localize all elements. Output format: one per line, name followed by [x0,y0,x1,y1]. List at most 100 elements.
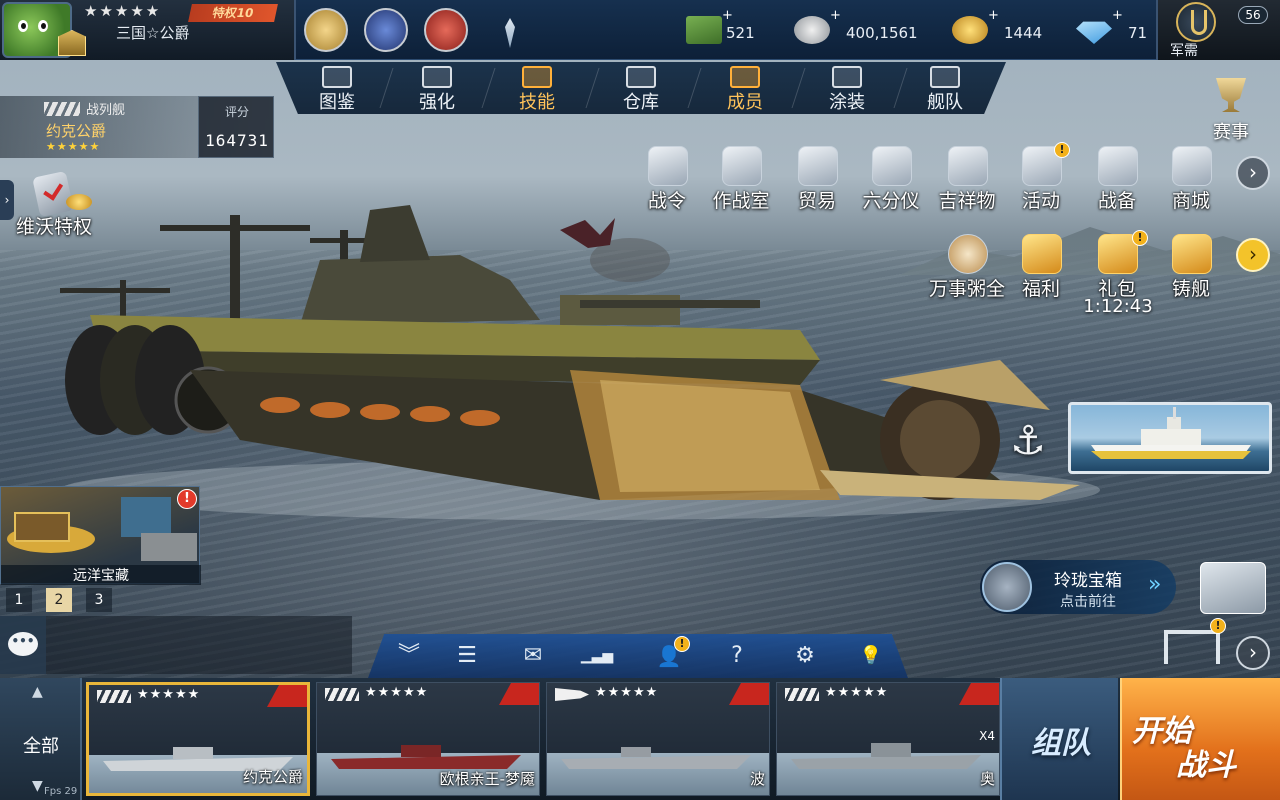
feature-mascot[interactable]: 吉祥物 [932,146,1002,218]
treasure-scene-image [7,497,197,561]
scroll-down-icon[interactable]: ▼ [32,778,43,794]
ship-card-ao[interactable]: ★★★★★ X4 奥 [776,682,1000,796]
filter-all-button[interactable]: ▲ 全部 ▼ Fps 29 [0,678,82,800]
feature-shipbuilding[interactable]: 铸舰 [1156,234,1226,306]
gold-plus[interactable]: + [988,8,999,23]
ship-card-duke-of-york[interactable]: ★★★★★ 约克公爵 [86,682,310,796]
skill-icon [522,66,552,88]
ship-card-bo[interactable]: ★★★★★ 波 [546,682,770,796]
fleet-flag-icon [930,66,960,88]
scroll-up-icon[interactable]: ▲ [32,684,43,700]
tips-lightbulb-icon[interactable]: 💡 [854,640,888,672]
tournament-button[interactable]: 赛事 [1196,74,1266,144]
anchor-icon[interactable]: ⚓ [1010,418,1046,464]
ship-preview-thumbnail[interactable] [1068,402,1272,474]
ship-card-name: 奥 [979,770,995,788]
feature-sextant[interactable]: 六分仪 [856,146,926,218]
feature-label: 商城 [1171,190,1210,212]
nav-label: 仓库 [623,92,659,113]
diamond-plus[interactable]: + [1112,8,1123,23]
chat-panel[interactable]: ••• [0,616,352,674]
nav-label: 舰队 [927,92,963,113]
feature-gift-pack[interactable]: ! 礼包 1:12:43 [1082,230,1153,317]
vivo-privilege-button[interactable]: › 维沃特权 [0,170,120,240]
feature-shop[interactable]: 商城 [1156,146,1226,218]
ship-card-name: 波 [749,770,765,788]
nav-item-enhance[interactable]: 强化 [392,62,482,114]
start-battle-button[interactable]: 开始 战斗 [1120,678,1280,800]
cash-icon [686,16,722,44]
feature-war-prep[interactable]: 战备 [1082,146,1152,218]
vip-badge[interactable]: 特权10 [188,4,278,22]
dockyard-button[interactable]: ! [1160,618,1226,668]
ship-dock: ▲ 全部 ▼ Fps 29 ★★★★★ 约克公爵 ★★★★★ 欧根亲王-梦魇 ★… [0,678,1280,800]
nav-item-paint[interactable]: 涂装 [802,62,892,114]
feature-events[interactable]: ! 活动 [1006,142,1076,218]
avatar-eye-left [18,20,28,32]
side-expand-arrow[interactable]: › [0,180,14,220]
silver-plus[interactable]: + [830,8,841,23]
blue-wing-medal-icon[interactable] [364,8,408,52]
ship-score: 评分 164731 [198,96,274,158]
world-map-button[interactable] [1200,562,1266,614]
vivo-privilege-label: 维沃特权 [16,216,93,238]
exquisite-chest-title: 玲珑宝箱 [1054,571,1122,591]
nav-label: 技能 [519,92,555,113]
feature-trade[interactable]: 贸易 [782,146,852,218]
tasks-clipboard-icon[interactable]: ☰ [450,640,484,672]
nav-item-fleet[interactable]: 舰队 [900,62,990,114]
battle-pass-icon [648,146,688,186]
bottom-toolbar: ︾ ☰ ✉ ▁▃▅ 👤 ! ? ⚙ 💡 [368,634,908,678]
mail-icon[interactable]: ✉ [516,640,550,672]
ship-card-hull-image [331,745,521,769]
features-row1-next-arrow[interactable]: › [1236,156,1270,190]
trophy-icon [1216,78,1246,112]
collapse-icon[interactable]: ︾ [392,640,426,672]
feature-battle-pass[interactable]: 战令 [632,146,702,218]
ship-card-prinz-eugen-nightmare[interactable]: ★★★★★ 欧根亲王-梦魇 [316,682,540,796]
dock-next-arrow[interactable]: › [1236,636,1270,670]
battleship-class-icon [44,102,80,116]
ocean-treasure-banner[interactable]: ! 远洋宝藏 [0,486,201,585]
diamond-icon [1076,21,1112,44]
feature-war-room[interactable]: 作战室 [706,146,776,218]
fps-counter: Fps 29 [44,786,78,797]
player-profile[interactable]: ★★★★★ 特权10 三国☆公爵 [0,0,296,60]
page-1[interactable]: 1 [6,588,32,612]
cash-plus[interactable]: + [722,8,733,23]
war-room-map-icon [722,146,762,186]
nav-label: 强化 [419,92,455,113]
ship-card-stars: ★★★★★ [137,687,201,702]
nav-item-warehouse[interactable]: 仓库 [596,62,686,114]
nav-item-skill[interactable]: 技能 [492,62,582,114]
main-nav: 图鉴 强化 技能 仓库 成员 涂装 舰队 [276,62,1006,114]
nav-item-codex[interactable]: 图鉴 [292,62,382,114]
features-row2-next-arrow[interactable]: › [1236,238,1270,272]
chat-button[interactable]: ••• [0,616,46,674]
ranking-icon[interactable]: ▁▃▅ [580,640,614,672]
avatar-eye-right [38,20,48,32]
ship-card-stars: ★★★★★ [365,685,429,700]
red-wing-medal-icon[interactable] [424,8,468,52]
page-2[interactable]: 2 [46,588,72,612]
nav-label: 图鉴 [319,92,355,113]
exquisite-chest-button[interactable]: 玲珑宝箱 点击前往 » [980,560,1176,614]
gold-rank-medal-icon[interactable] [304,8,348,52]
page-3[interactable]: 3 [86,588,112,612]
current-ship-info[interactable]: 战列舰 约克公爵 ★★★★★ 评分 164731 [0,96,274,158]
team-up-button[interactable]: 组队 [1000,678,1118,800]
tournament-label: 赛事 [1213,122,1249,143]
battleship-class-icon [785,688,819,701]
battleship-class-icon [325,688,359,701]
supply-button[interactable]: 军需 56 [1156,0,1280,60]
start-battle-label-line2: 战斗 [1176,748,1236,783]
feature-porridge[interactable]: 万事粥全 [929,234,1005,306]
privilege-card-icon [32,170,74,218]
banner-pagination: 1 2 3 [0,588,120,612]
help-icon[interactable]: ? [720,640,754,672]
nav-item-crew[interactable]: 成员 [700,62,790,114]
player-name: 三国☆公爵 [116,24,190,42]
gift-pack-alert-badge: ! [1132,230,1148,246]
score-value: 164731 [205,131,269,150]
settings-gear-icon[interactable]: ⚙ [788,640,822,672]
